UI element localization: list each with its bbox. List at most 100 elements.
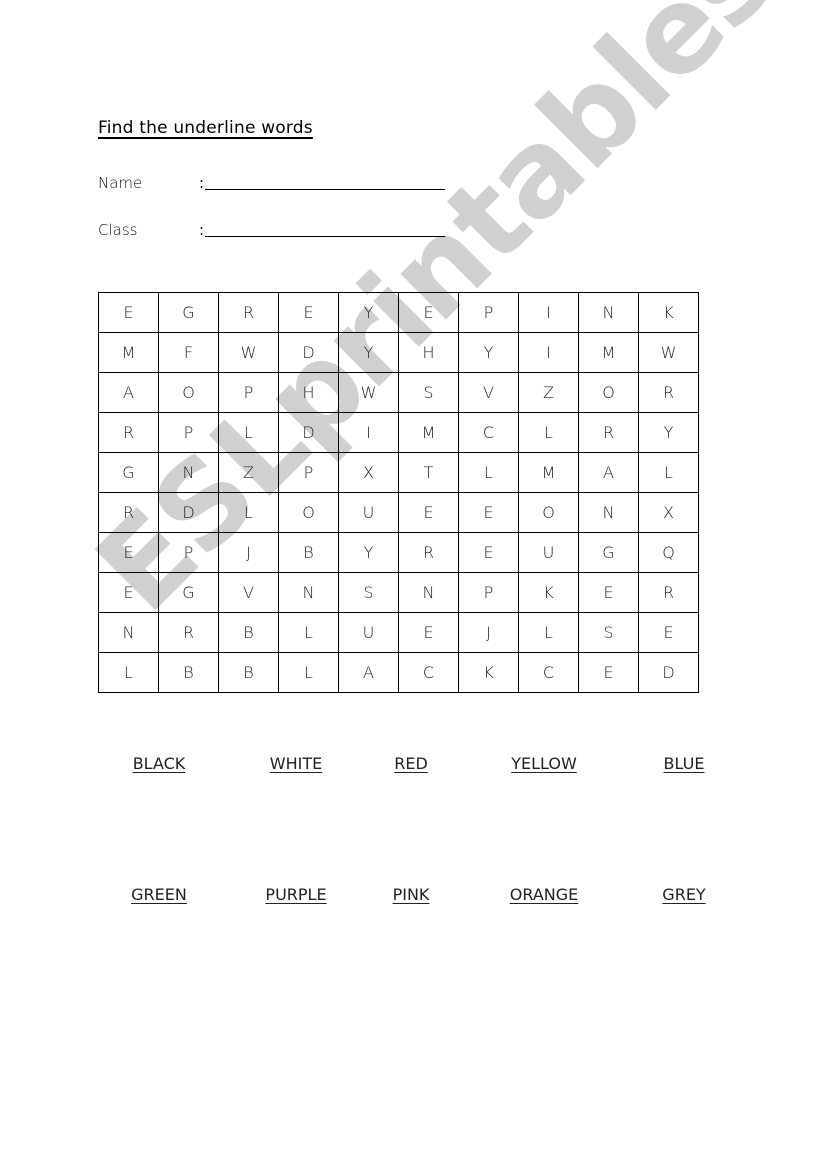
grid-cell[interactable]: P [278,452,339,493]
grid-cell[interactable]: U [518,532,579,573]
grid-cell[interactable]: L [98,652,159,693]
grid-cell[interactable]: A [98,372,159,413]
grid-cell[interactable]: E [98,572,159,613]
grid-cell[interactable]: Z [218,452,279,493]
grid-cell[interactable]: E [398,292,459,333]
grid-cell[interactable]: E [578,572,639,613]
grid-cell[interactable]: I [518,292,579,333]
grid-cell[interactable]: B [158,652,219,693]
grid-cell[interactable]: C [518,652,579,693]
grid-cell[interactable]: A [338,652,399,693]
grid-cell[interactable]: L [458,452,519,493]
grid-cell[interactable]: J [218,532,279,573]
grid-cell[interactable]: X [638,492,699,533]
grid-cell[interactable]: N [578,292,639,333]
grid-cell[interactable]: G [98,452,159,493]
grid-cell[interactable]: L [638,452,699,493]
grid-cell[interactable]: E [98,292,159,333]
grid-cell[interactable]: P [158,532,219,573]
grid-cell[interactable]: Y [338,532,399,573]
grid-cell[interactable]: S [578,612,639,653]
grid-cell[interactable]: H [278,372,339,413]
grid-cell[interactable]: S [398,372,459,413]
grid-cell[interactable]: Y [638,412,699,453]
grid-cell[interactable]: F [158,332,219,373]
grid-cell[interactable]: W [338,372,399,413]
grid-cell[interactable]: W [638,332,699,373]
grid-cell[interactable]: E [458,532,519,573]
grid-cell[interactable]: M [98,332,159,373]
grid-cell[interactable]: E [398,492,459,533]
grid-cell[interactable]: L [518,412,579,453]
grid-cell[interactable]: K [458,652,519,693]
grid-cell[interactable]: B [218,652,279,693]
grid-cell[interactable]: K [518,572,579,613]
grid-cell[interactable]: G [158,292,219,333]
grid-cell[interactable]: D [278,332,339,373]
grid-cell[interactable]: Y [338,332,399,373]
grid-cell[interactable]: W [218,332,279,373]
grid-cell[interactable]: R [158,612,219,653]
grid-cell[interactable]: R [98,412,159,453]
grid-cell[interactable]: I [518,332,579,373]
grid-cell[interactable]: N [98,612,159,653]
grid-cell[interactable]: R [578,412,639,453]
grid-cell[interactable]: P [458,572,519,613]
grid-cell[interactable]: R [638,372,699,413]
grid-cell[interactable]: N [398,572,459,613]
grid-cell[interactable]: L [518,612,579,653]
grid-cell[interactable]: R [638,572,699,613]
grid-cell[interactable]: D [638,652,699,693]
grid-cell[interactable]: M [578,332,639,373]
grid-cell[interactable]: B [218,612,279,653]
grid-cell[interactable]: N [278,572,339,613]
grid-cell[interactable]: P [158,412,219,453]
grid-cell[interactable]: E [98,532,159,573]
grid-cell[interactable]: O [518,492,579,533]
grid-cell[interactable]: L [218,412,279,453]
grid-cell[interactable]: O [578,372,639,413]
grid-cell[interactable]: D [278,412,339,453]
grid-cell[interactable]: R [98,492,159,533]
grid-cell[interactable]: Q [638,532,699,573]
grid-cell[interactable]: L [278,612,339,653]
grid-cell[interactable]: Y [458,332,519,373]
grid-cell[interactable]: N [158,452,219,493]
grid-cell[interactable]: C [398,652,459,693]
grid-cell[interactable]: T [398,452,459,493]
grid-cell[interactable]: V [218,572,279,613]
grid-cell[interactable]: X [338,452,399,493]
grid-cell[interactable]: N [578,492,639,533]
grid-cell[interactable]: C [458,412,519,453]
grid-cell[interactable]: Z [518,372,579,413]
grid-cell[interactable]: P [458,292,519,333]
grid-cell[interactable]: E [458,492,519,533]
grid-cell[interactable]: E [398,612,459,653]
grid-cell[interactable]: Y [338,292,399,333]
grid-cell[interactable]: D [158,492,219,533]
grid-cell[interactable]: J [458,612,519,653]
grid-cell[interactable]: L [278,652,339,693]
grid-cell[interactable]: H [398,332,459,373]
grid-cell[interactable]: U [338,612,399,653]
grid-cell[interactable]: L [218,492,279,533]
grid-cell[interactable]: P [218,372,279,413]
grid-cell[interactable]: M [518,452,579,493]
grid-cell[interactable]: R [218,292,279,333]
grid-cell[interactable]: E [638,612,699,653]
grid-cell[interactable]: I [338,412,399,453]
grid-cell[interactable]: A [578,452,639,493]
grid-cell[interactable]: R [398,532,459,573]
grid-cell[interactable]: O [278,492,339,533]
grid-cell[interactable]: V [458,372,519,413]
name-field[interactable] [205,173,445,190]
grid-cell[interactable]: K [638,292,699,333]
grid-cell[interactable]: U [338,492,399,533]
grid-cell[interactable]: G [158,572,219,613]
grid-cell[interactable]: O [158,372,219,413]
grid-cell[interactable]: M [398,412,459,453]
grid-cell[interactable]: S [338,572,399,613]
class-field[interactable] [205,220,445,237]
grid-cell[interactable]: E [278,292,339,333]
grid-cell[interactable]: G [578,532,639,573]
